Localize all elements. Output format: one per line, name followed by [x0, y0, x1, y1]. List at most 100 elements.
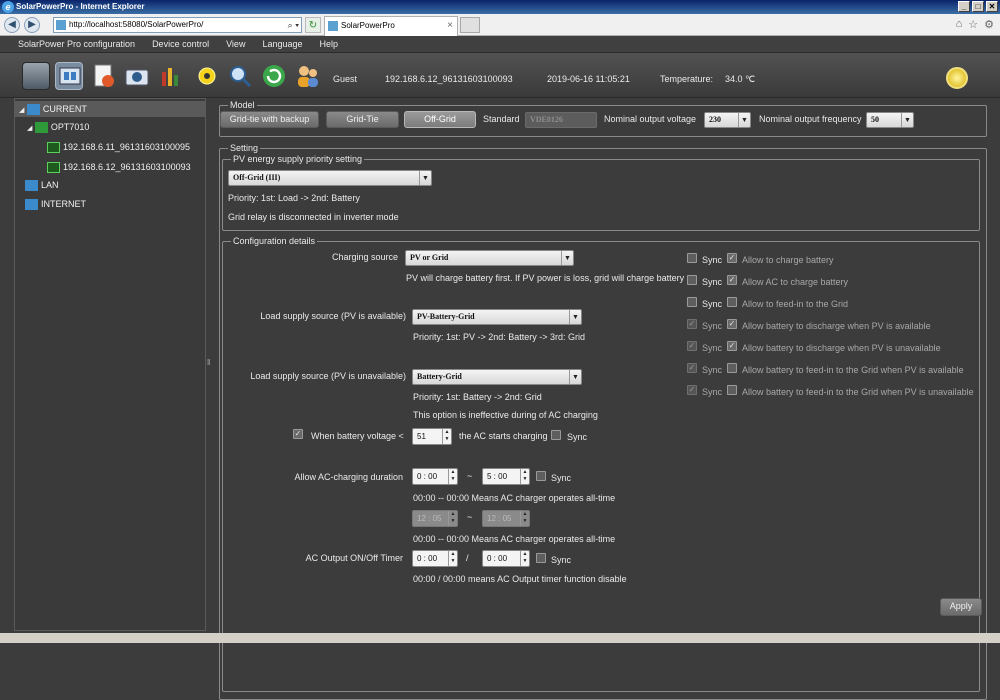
option-checkbox[interactable]	[727, 363, 737, 373]
address-bar[interactable]: http://localhost:58080/SolarPowerPro/ ⌕ …	[53, 17, 302, 33]
load-pv-unavailable-select[interactable]: Battery-Grid ▼	[412, 369, 582, 385]
option-sync-label: Sync	[702, 255, 723, 265]
option-sync-checkbox[interactable]: ✓	[687, 341, 697, 351]
home-icon[interactable]: ⌂	[956, 18, 963, 31]
battery-voltage-stepper[interactable]: 51 ▲ ▼	[412, 428, 452, 445]
battery-sync-label: Sync	[567, 432, 588, 442]
search-dropdown-icon[interactable]: ⌕ ▾	[288, 18, 299, 32]
apply-button[interactable]: Apply	[940, 598, 982, 616]
pv-priority-legend: PV energy supply priority setting	[233, 154, 363, 164]
monitor-icon[interactable]	[22, 62, 50, 90]
option-checkbox[interactable]	[727, 297, 737, 307]
sun-status-icon	[946, 67, 968, 89]
charging-source-select[interactable]: PV or Grid ▼	[405, 250, 574, 266]
browser-tab-label: SolarPowerPro	[341, 21, 395, 30]
standard-label: Standard	[483, 114, 520, 124]
refresh-icon[interactable]	[260, 62, 288, 90]
setting-legend: Setting	[230, 143, 259, 153]
camera-icon[interactable]	[123, 62, 151, 90]
frequency-label: Nominal output frequency	[759, 114, 862, 124]
spin-arrows-icon[interactable]: ▲ ▼	[448, 551, 457, 566]
tree-item-current[interactable]: ◢ CURRENT	[15, 101, 205, 117]
option-sync-checkbox[interactable]: ✓	[687, 385, 697, 395]
pv-priority-select[interactable]: Off-Grid (III) ▼	[228, 170, 432, 186]
option-checkbox[interactable]: ✓	[727, 341, 737, 351]
solar-icon[interactable]	[193, 62, 221, 90]
grid-tie-backup-button[interactable]: Grid-tie with backup	[220, 111, 319, 128]
grid-tie-button[interactable]: Grid-Tie	[326, 111, 399, 128]
search-icon[interactable]	[226, 62, 254, 90]
option-checkbox[interactable]: ✓	[727, 275, 737, 285]
spin-arrows-icon[interactable]: ▲ ▼	[520, 551, 529, 566]
chevron-down-icon: ▼	[561, 251, 573, 265]
refresh-icon[interactable]: ↻	[305, 17, 321, 33]
collapse-icon[interactable]: ◢	[19, 107, 24, 114]
standard-select[interactable]: VDE0126	[525, 112, 597, 128]
timer-on-stepper[interactable]: 0 : 00 ▲ ▼	[412, 550, 458, 567]
menu-bar: SolarPower Pro configuration Device cont…	[0, 36, 1000, 53]
option-sync-checkbox[interactable]: ✓	[687, 363, 697, 373]
spin-arrows-icon[interactable]: ▲ ▼	[520, 469, 529, 484]
ac-duration-start-stepper[interactable]: 0 : 00 ▲ ▼	[412, 468, 458, 485]
option-sync-label: Sync	[702, 387, 723, 397]
voltage-select[interactable]: 230 ▼	[704, 112, 751, 128]
option-sync-checkbox[interactable]	[687, 253, 697, 263]
option-checkbox[interactable]: ✓	[727, 319, 737, 329]
ac-duration-end-stepper[interactable]: 5 : 00 ▲ ▼	[482, 468, 530, 485]
menu-help[interactable]: Help	[320, 36, 339, 52]
temperature-value: 34.0 ℃	[725, 74, 756, 84]
option-sync-checkbox[interactable]	[687, 297, 697, 307]
option-label: Allow battery to discharge when PV is av…	[742, 321, 931, 331]
tree-item-device-2[interactable]: 192.168.6.12_96131603100093	[47, 162, 191, 174]
tree-item-lan[interactable]: LAN	[25, 180, 59, 192]
browser-tab[interactable]: SolarPowerPro ×	[324, 16, 458, 36]
menu-configuration[interactable]: SolarPower Pro configuration	[18, 36, 135, 52]
load-pv-available-select[interactable]: PV-Battery-Grid ▼	[412, 309, 582, 325]
favorites-star-icon[interactable]: ☆	[968, 18, 978, 31]
data-log-icon[interactable]	[157, 62, 185, 90]
ac-charging-ineffective-note: This option is ineffective during of AC …	[413, 410, 598, 420]
new-tab-button[interactable]	[460, 17, 480, 33]
option-checkbox[interactable]: ✓	[727, 253, 737, 263]
datetime: 2019-06-16 11:05:21	[547, 74, 630, 84]
ac-duration2-start-stepper[interactable]: 12 : 05 ▲ ▼	[412, 510, 458, 527]
menu-view[interactable]: View	[226, 36, 245, 52]
grid-relay-text: Grid relay is disconnected in inverter m…	[228, 212, 399, 222]
splitter-handle[interactable]: ‖	[206, 98, 214, 631]
browser-window: e SolarPowerPro - Internet Explorer _ □ …	[0, 0, 1000, 700]
configuration-icon[interactable]	[55, 62, 83, 90]
tree-item-opt7010[interactable]: ◢ OPT7010	[27, 122, 89, 134]
ac-duration-tilde: ~	[467, 471, 473, 481]
settings-gear-icon[interactable]: ⚙	[984, 18, 994, 31]
back-button[interactable]: ◀	[4, 17, 20, 33]
option-checkbox[interactable]	[727, 385, 737, 395]
timer-off-stepper[interactable]: 0 : 00 ▲ ▼	[482, 550, 530, 567]
collapse-icon[interactable]: ◢	[27, 125, 32, 132]
menu-language[interactable]: Language	[262, 36, 302, 52]
ac-duration-sync-checkbox[interactable]	[536, 471, 546, 481]
option-sync-checkbox[interactable]: ✓	[687, 319, 697, 329]
tree-item-internet[interactable]: INTERNET	[25, 199, 86, 211]
browser-toolbar: ◀ ▶ http://localhost:58080/SolarPowerPro…	[0, 14, 1000, 36]
option-label: Allow to feed-in to the Grid	[742, 299, 849, 309]
option-sync-label: Sync	[702, 299, 723, 309]
frequency-select[interactable]: 50 ▼	[866, 112, 914, 128]
spin-arrows-icon[interactable]: ▲ ▼	[448, 469, 457, 484]
battery-voltage-checkbox[interactable]: ✓	[293, 429, 303, 439]
minimize-button[interactable]: _	[958, 1, 970, 12]
report-icon[interactable]	[90, 62, 118, 90]
maximize-button[interactable]: □	[972, 1, 984, 12]
tree-item-device-1[interactable]: 192.168.6.11_96131603100095	[47, 142, 190, 154]
spin-arrows-icon[interactable]: ▲ ▼	[442, 429, 451, 444]
close-button[interactable]: ✕	[986, 1, 998, 12]
battery-sync-checkbox[interactable]	[551, 430, 561, 440]
menu-device-control[interactable]: Device control	[152, 36, 209, 52]
timer-sync-checkbox[interactable]	[536, 553, 546, 563]
option-sync-checkbox[interactable]	[687, 275, 697, 285]
off-grid-button[interactable]: Off-Grid	[404, 111, 476, 128]
ac-duration2-end-stepper[interactable]: 12 : 05 ▲ ▼	[482, 510, 530, 527]
users-icon[interactable]	[294, 62, 322, 90]
model-legend: Model	[230, 100, 255, 110]
forward-button[interactable]: ▶	[24, 17, 40, 33]
close-tab-icon[interactable]: ×	[447, 17, 453, 35]
